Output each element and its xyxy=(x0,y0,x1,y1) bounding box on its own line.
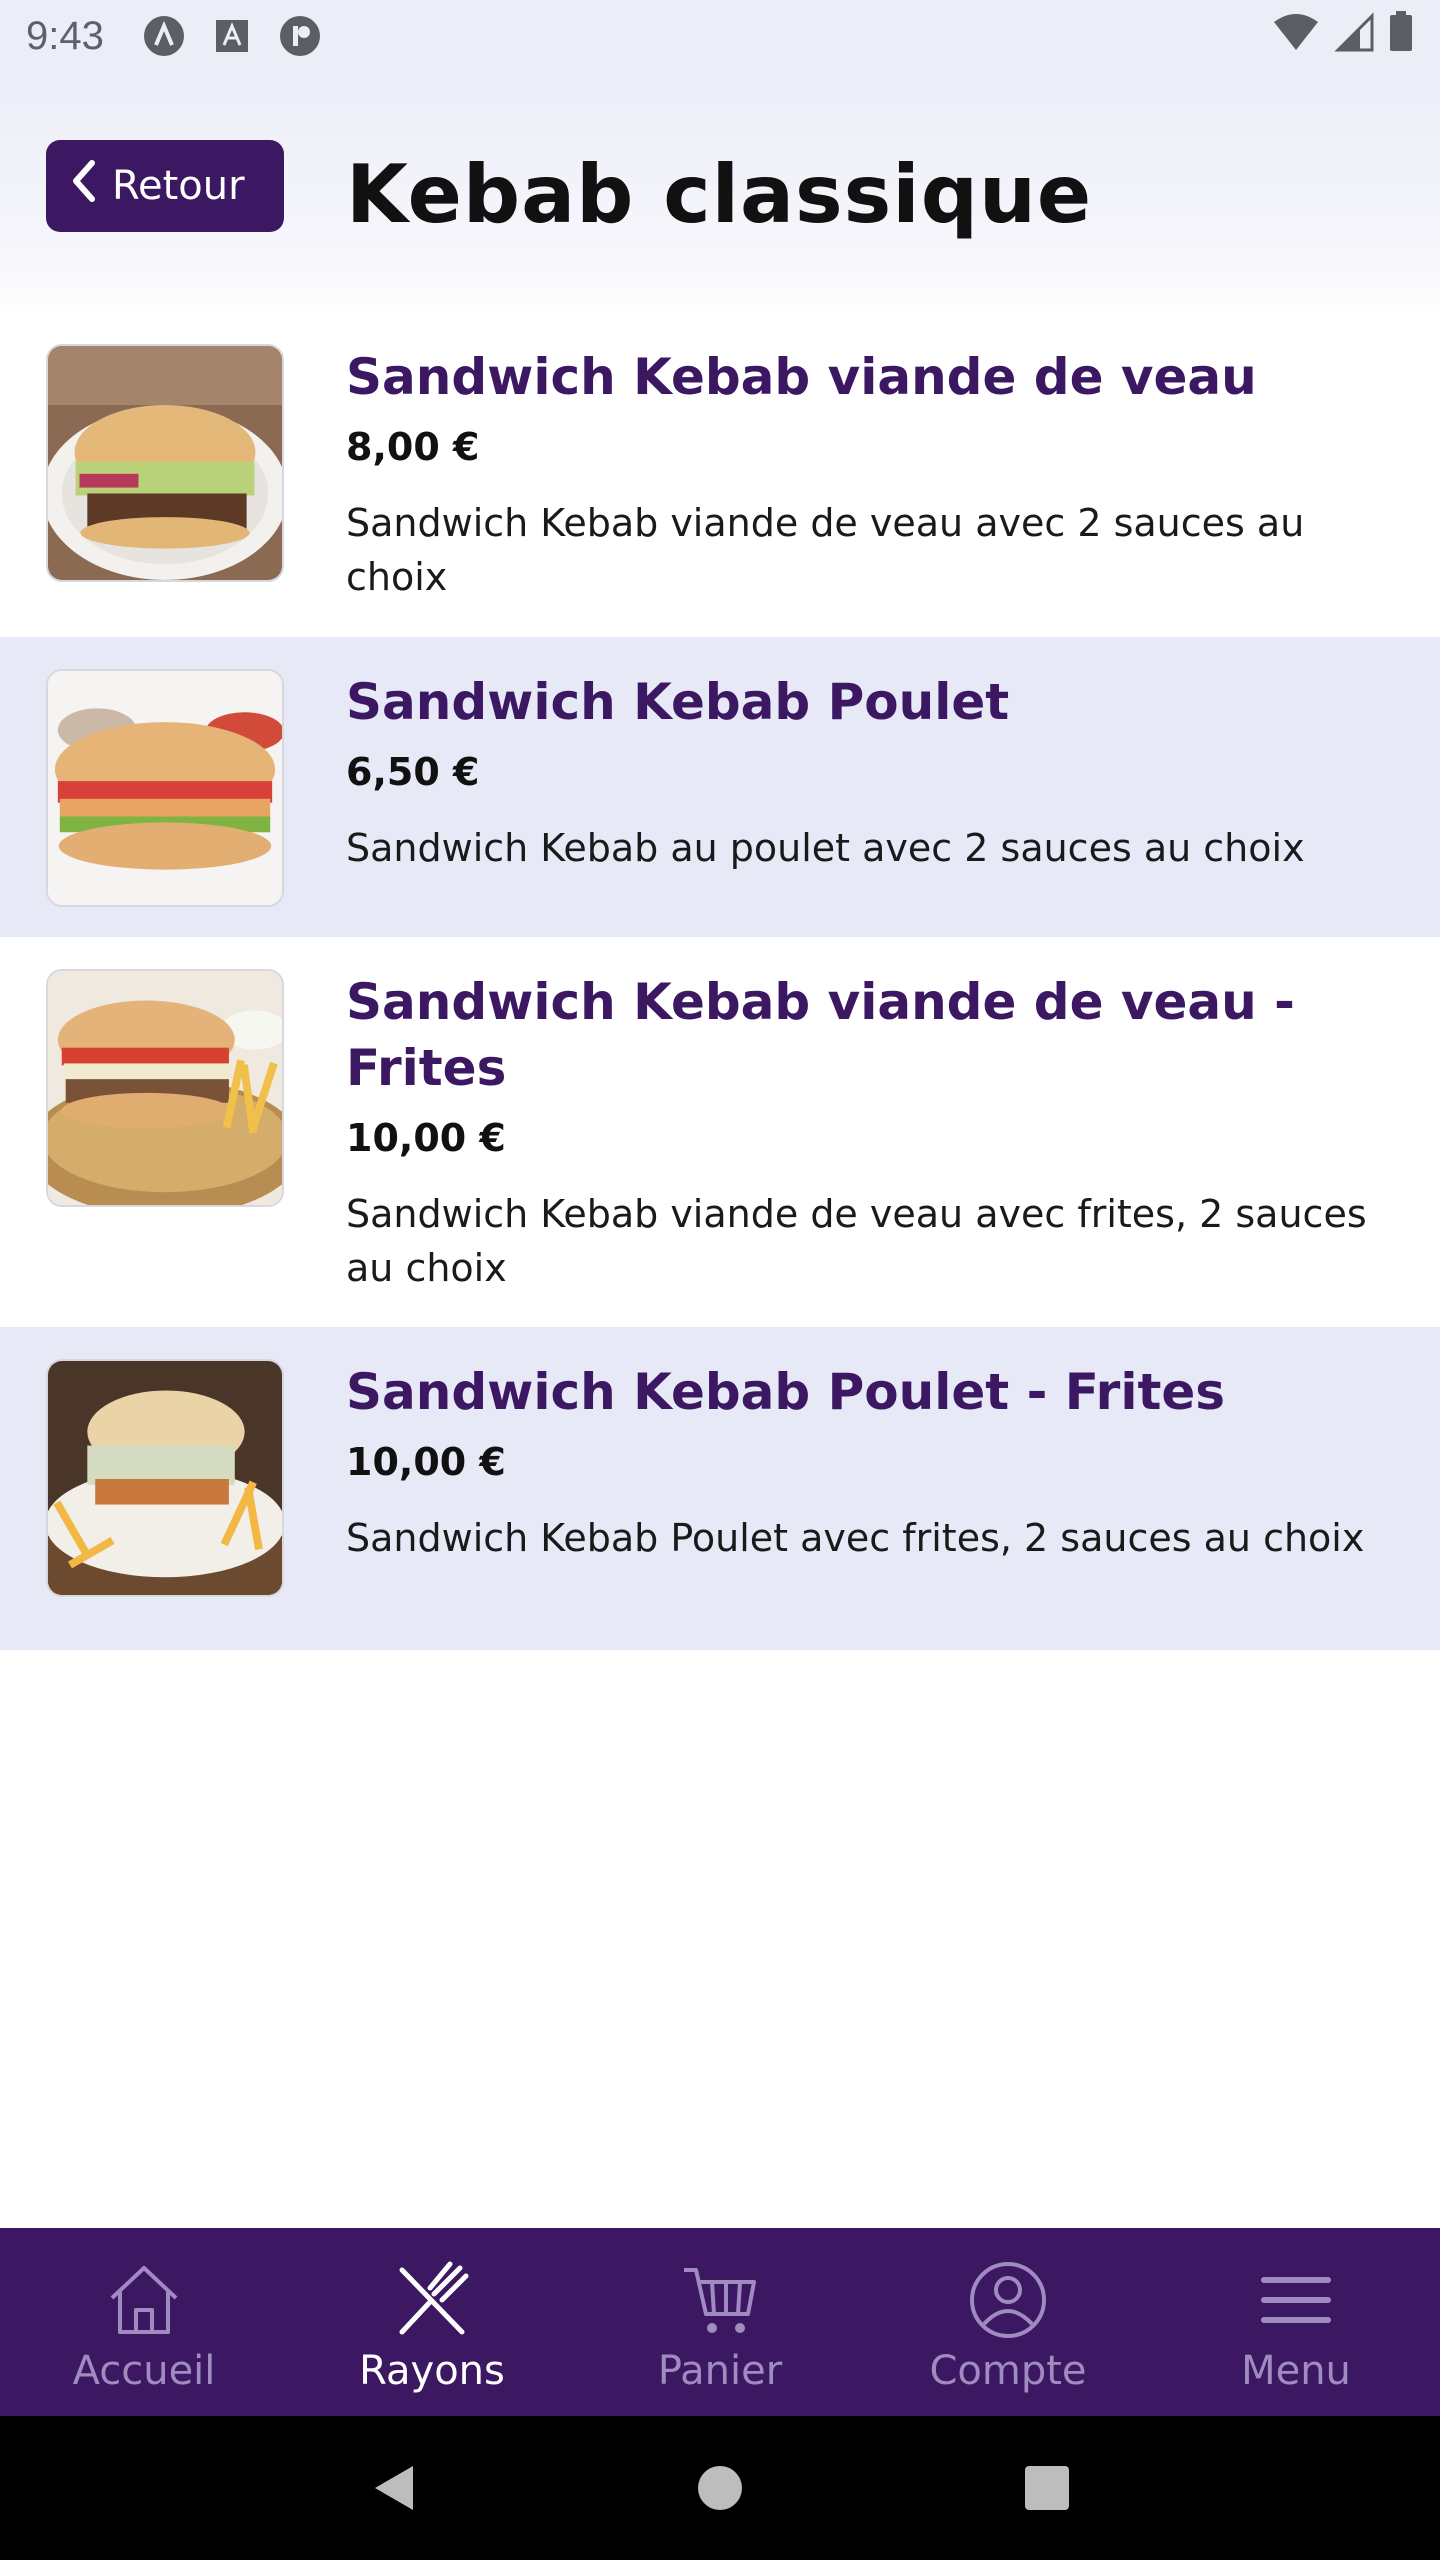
bottom-nav: Accueil Rayons Panier Compte Menu xyxy=(0,2228,1440,2416)
menu-icon xyxy=(1251,2258,1341,2342)
home-circle-icon[interactable] xyxy=(690,2458,750,2518)
product-info: Sandwich Kebab Poulet 6,50 € Sandwich Ke… xyxy=(346,669,1380,875)
product-name: Sandwich Kebab Poulet xyxy=(346,673,1010,731)
kebab-veal-fries-photo xyxy=(46,969,284,1207)
signal-icon xyxy=(1334,11,1374,61)
text-box-icon xyxy=(210,14,254,58)
kebab-veal-photo xyxy=(46,344,284,582)
utensils-icon xyxy=(387,2258,477,2342)
back-button-label: Retour xyxy=(112,163,245,209)
kebab-chicken-photo xyxy=(46,669,284,907)
product-description: Sandwich Kebab viande de veau avec 2 sau… xyxy=(346,501,1305,599)
nav-item-compte[interactable]: Compte xyxy=(864,2228,1152,2416)
product-name: Sandwich Kebab Poulet - Frites xyxy=(346,1363,1226,1421)
page-title: Kebab classique xyxy=(346,148,1093,241)
p-icon xyxy=(278,14,322,58)
product-description: Sandwich Kebab Poulet avec frites, 2 sau… xyxy=(346,1516,1365,1560)
nav-label: Panier xyxy=(657,2348,783,2394)
status-left: 9:43 xyxy=(26,14,322,59)
product-description: Sandwich Kebab viande de veau avec frite… xyxy=(346,1192,1367,1290)
product-row[interactable]: Sandwich Kebab Poulet - Frites 10,00 € S… xyxy=(0,1327,1440,1650)
back-icon[interactable] xyxy=(363,2458,423,2518)
nav-item-rayons[interactable]: Rayons xyxy=(288,2228,576,2416)
wifi-icon xyxy=(1272,12,1320,61)
product-price: 6,50 € xyxy=(346,750,480,794)
status-right xyxy=(1272,10,1414,62)
nav-label: Rayons xyxy=(359,2348,505,2394)
product-name: Sandwich Kebab viande de veau xyxy=(346,348,1257,406)
product-price: 10,00 € xyxy=(346,1440,506,1484)
chevron-left-icon xyxy=(68,159,98,213)
product-price: 8,00 € xyxy=(346,425,480,469)
kebab-chicken-fries-photo xyxy=(46,1359,284,1597)
product-list: Sandwich Kebab viande de veau 8,00 € San… xyxy=(0,312,1440,1650)
product-row[interactable]: Sandwich Kebab viande de veau - Frites 1… xyxy=(0,937,1440,1327)
nav-item-accueil[interactable]: Accueil xyxy=(0,2228,288,2416)
back-button[interactable]: Retour xyxy=(46,140,284,232)
product-row[interactable]: Sandwich Kebab Poulet 6,50 € Sandwich Ke… xyxy=(0,637,1440,937)
product-info: Sandwich Kebab Poulet - Frites 10,00 € S… xyxy=(346,1359,1380,1565)
nav-label: Menu xyxy=(1241,2348,1351,2394)
a-icon xyxy=(142,14,186,58)
product-description: Sandwich Kebab au poulet avec 2 sauces a… xyxy=(346,826,1305,870)
cart-icon xyxy=(675,2258,765,2342)
app-screen: 9:43 Retour Kebab classique Sandwich Keb… xyxy=(0,0,1440,2560)
account-icon xyxy=(963,2258,1053,2342)
product-info: Sandwich Kebab viande de veau 8,00 € San… xyxy=(346,344,1380,604)
status-time: 9:43 xyxy=(26,13,104,58)
battery-icon xyxy=(1388,10,1414,62)
nav-label: Compte xyxy=(929,2348,1087,2394)
header: Retour Kebab classique xyxy=(0,72,1440,312)
product-name: Sandwich Kebab viande de veau - Frites xyxy=(346,973,1295,1097)
system-nav-bar xyxy=(0,2416,1440,2560)
status-bar: 9:43 xyxy=(0,0,1440,72)
recents-icon[interactable] xyxy=(1017,2458,1077,2518)
home-icon xyxy=(99,2258,189,2342)
product-price: 10,00 € xyxy=(346,1116,506,1160)
product-info: Sandwich Kebab viande de veau - Frites 1… xyxy=(346,969,1380,1295)
product-row[interactable]: Sandwich Kebab viande de veau 8,00 € San… xyxy=(0,312,1440,637)
nav-label: Accueil xyxy=(72,2348,216,2394)
nav-item-menu[interactable]: Menu xyxy=(1152,2228,1440,2416)
nav-item-panier[interactable]: Panier xyxy=(576,2228,864,2416)
